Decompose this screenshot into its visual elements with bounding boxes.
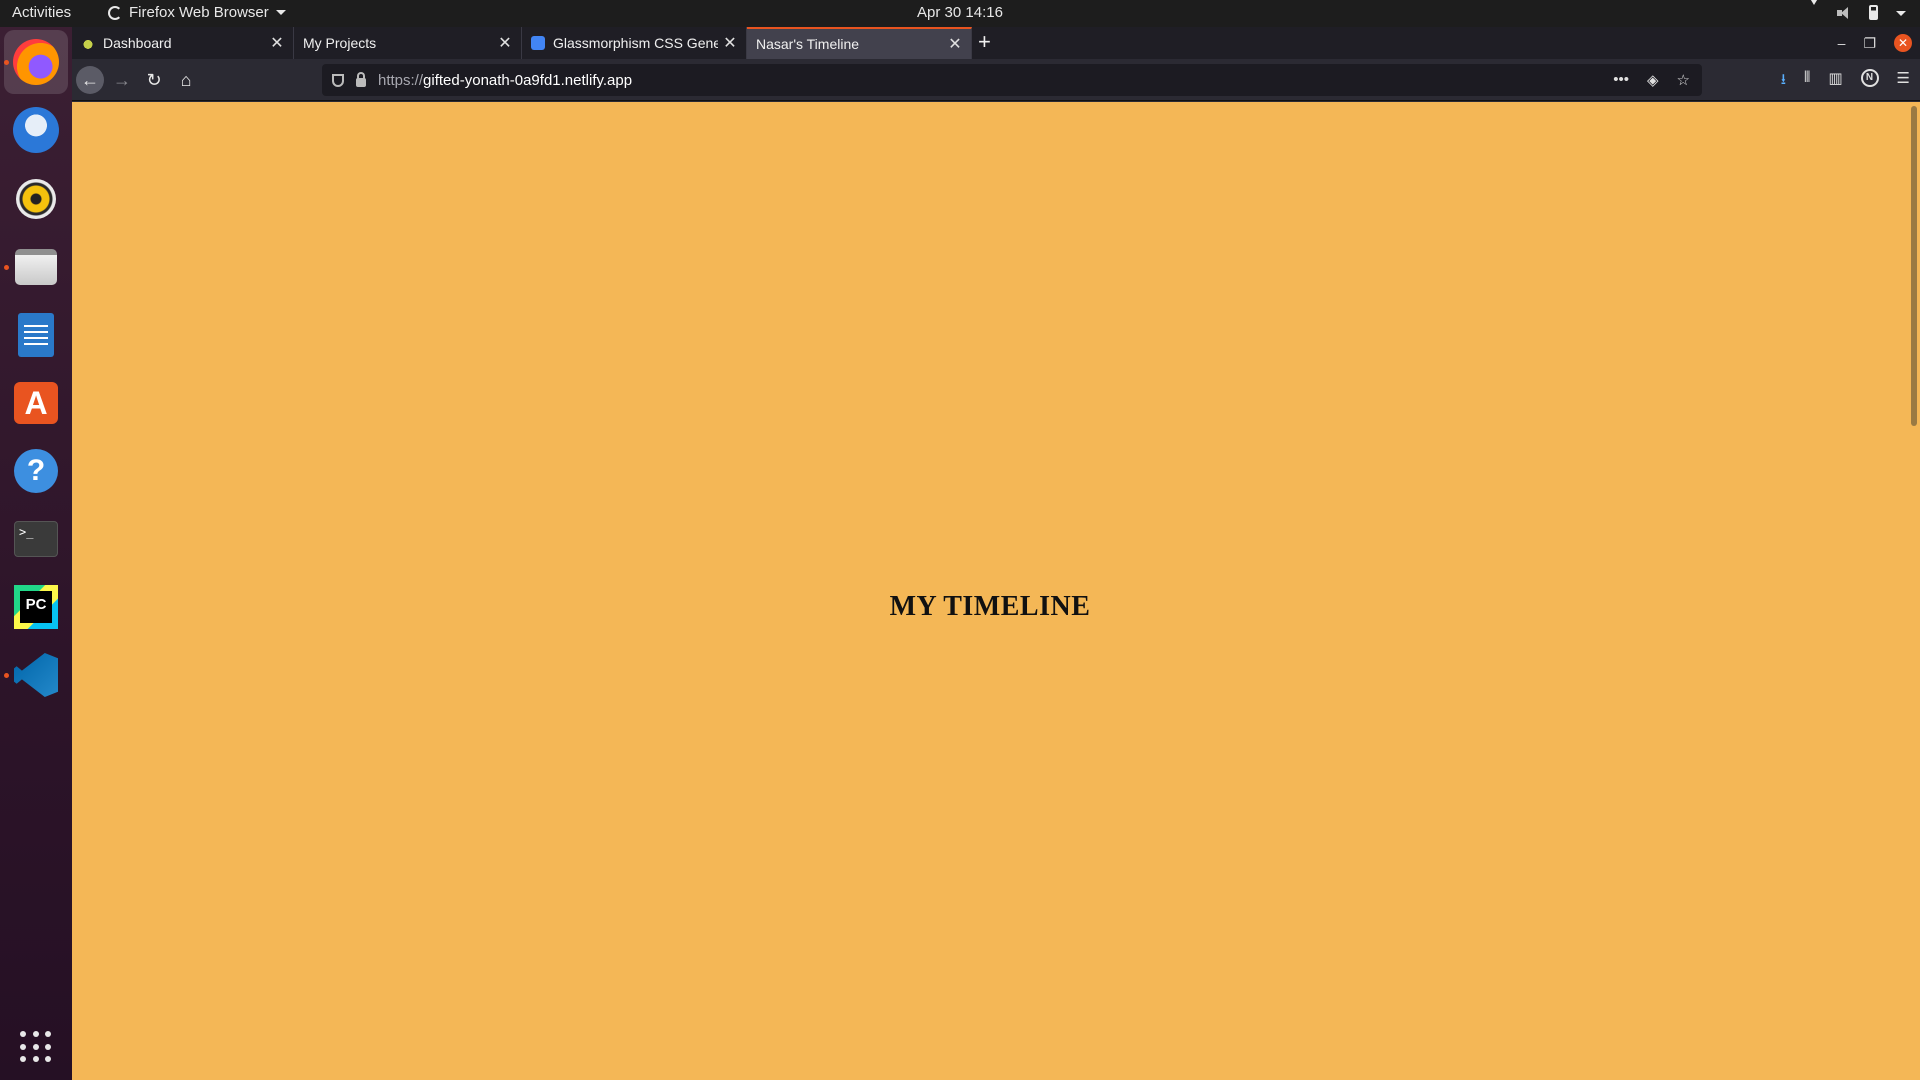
show-applications-button[interactable]: [12, 1023, 60, 1071]
bookmark-star-icon[interactable]: ☆: [1677, 71, 1690, 89]
close-icon[interactable]: ✕: [718, 33, 742, 53]
tab-my-projects[interactable]: My Projects ✕: [294, 27, 522, 59]
url-actions: ••• ◈ ☆: [1613, 71, 1690, 89]
back-arrow-icon[interactable]: ←: [76, 66, 104, 94]
thunderbird-icon: [13, 107, 59, 153]
account-avatar-icon[interactable]: N: [1860, 69, 1879, 87]
minimize-icon[interactable]: –: [1838, 35, 1846, 51]
clock[interactable]: Apr 30 14:16: [0, 4, 1920, 21]
files-icon: [15, 249, 57, 285]
url-text[interactable]: https://gifted-yonath-0a9fd1.netlify.app: [378, 72, 1613, 89]
tab-nasars-timeline[interactable]: Nasar's Timeline ✕: [747, 27, 972, 59]
dock-firefox[interactable]: [4, 30, 68, 94]
reload-icon[interactable]: ↻: [140, 66, 168, 94]
new-tab-button[interactable]: +: [978, 29, 991, 55]
forward-arrow-icon[interactable]: →: [108, 66, 136, 94]
dock-files[interactable]: [12, 243, 60, 291]
dock-help[interactable]: ?: [12, 447, 60, 495]
dock: A ? >_ PC: [0, 27, 72, 1080]
dock-pycharm[interactable]: PC: [12, 583, 60, 631]
dock-thunderbird[interactable]: [12, 106, 60, 154]
downloads-icon[interactable]: ⭳: [1781, 69, 1786, 94]
dock-software[interactable]: A: [12, 379, 60, 427]
restore-icon[interactable]: ❐: [1863, 35, 1876, 52]
running-indicator: [4, 673, 9, 678]
page-title: MY TIMELINE: [889, 591, 1091, 622]
navigation-toolbar: ← → ↻ ⌂ https://gifted-yonath-0a9fd1.net…: [72, 59, 1920, 101]
writer-icon: [18, 313, 54, 357]
address-bar[interactable]: https://gifted-yonath-0a9fd1.netlify.app…: [322, 64, 1702, 96]
page-content: MY TIMELINE: [72, 102, 1908, 1080]
dock-vscode[interactable]: [12, 651, 60, 699]
library-icon[interactable]: ⫴: [1804, 69, 1810, 94]
pycharm-icon: PC: [14, 585, 58, 629]
toolbar-right: ⭳ ⫴ ▥ N ☰: [1781, 69, 1910, 94]
help-icon: ?: [14, 449, 58, 493]
tracking-protection-shield-icon[interactable]: [332, 73, 344, 87]
sidebar-icon[interactable]: ▥: [1828, 69, 1842, 94]
rhythmbox-icon: [16, 179, 56, 219]
glassmorphism-favicon: [531, 36, 545, 50]
home-icon[interactable]: ⌂: [172, 66, 200, 94]
running-indicator: [4, 265, 9, 270]
tab-strip: Dashboard ✕ My Projects ✕ Glassmorphism …: [72, 27, 1920, 59]
battery-icon[interactable]: [1866, 5, 1882, 21]
vscode-icon: [14, 653, 58, 697]
close-icon[interactable]: ✕: [265, 33, 289, 53]
browser-window: Dashboard ✕ My Projects ✕ Glassmorphism …: [72, 27, 1920, 1080]
firefox-icon: [13, 39, 59, 85]
dashboard-favicon: [81, 36, 95, 50]
tab-dashboard[interactable]: Dashboard ✕: [72, 27, 294, 59]
page-actions-ellipsis-icon[interactable]: •••: [1613, 71, 1629, 89]
software-store-icon: A: [14, 382, 58, 424]
tab-glassmorphism[interactable]: Glassmorphism CSS Generator ✕: [522, 27, 747, 59]
dock-writer[interactable]: [12, 311, 60, 359]
pocket-icon[interactable]: ◈: [1647, 71, 1659, 89]
vertical-scrollbar[interactable]: [1908, 102, 1920, 1080]
chevron-down-icon[interactable]: [1896, 10, 1906, 16]
wifi-icon[interactable]: [1806, 0, 1822, 22]
window-controls: – ❐ ✕: [1838, 27, 1920, 59]
terminal-icon: >_: [14, 521, 58, 557]
scrollbar-thumb[interactable]: [1911, 106, 1917, 426]
running-indicator: [4, 60, 9, 65]
show-applications-icon: [20, 1031, 52, 1063]
window-close-icon[interactable]: ✕: [1894, 34, 1912, 52]
close-icon[interactable]: ✕: [943, 34, 967, 54]
hamburger-menu-icon[interactable]: ☰: [1897, 69, 1910, 94]
lock-icon[interactable]: [356, 71, 366, 87]
system-tray[interactable]: [1806, 0, 1906, 22]
dock-terminal[interactable]: >_: [12, 515, 60, 563]
close-icon[interactable]: ✕: [493, 33, 517, 53]
volume-muted-icon[interactable]: [1836, 5, 1852, 21]
dock-rhythmbox[interactable]: [12, 175, 60, 223]
system-top-bar: Activities Firefox Web Browser Apr 30 14…: [0, 0, 1920, 27]
